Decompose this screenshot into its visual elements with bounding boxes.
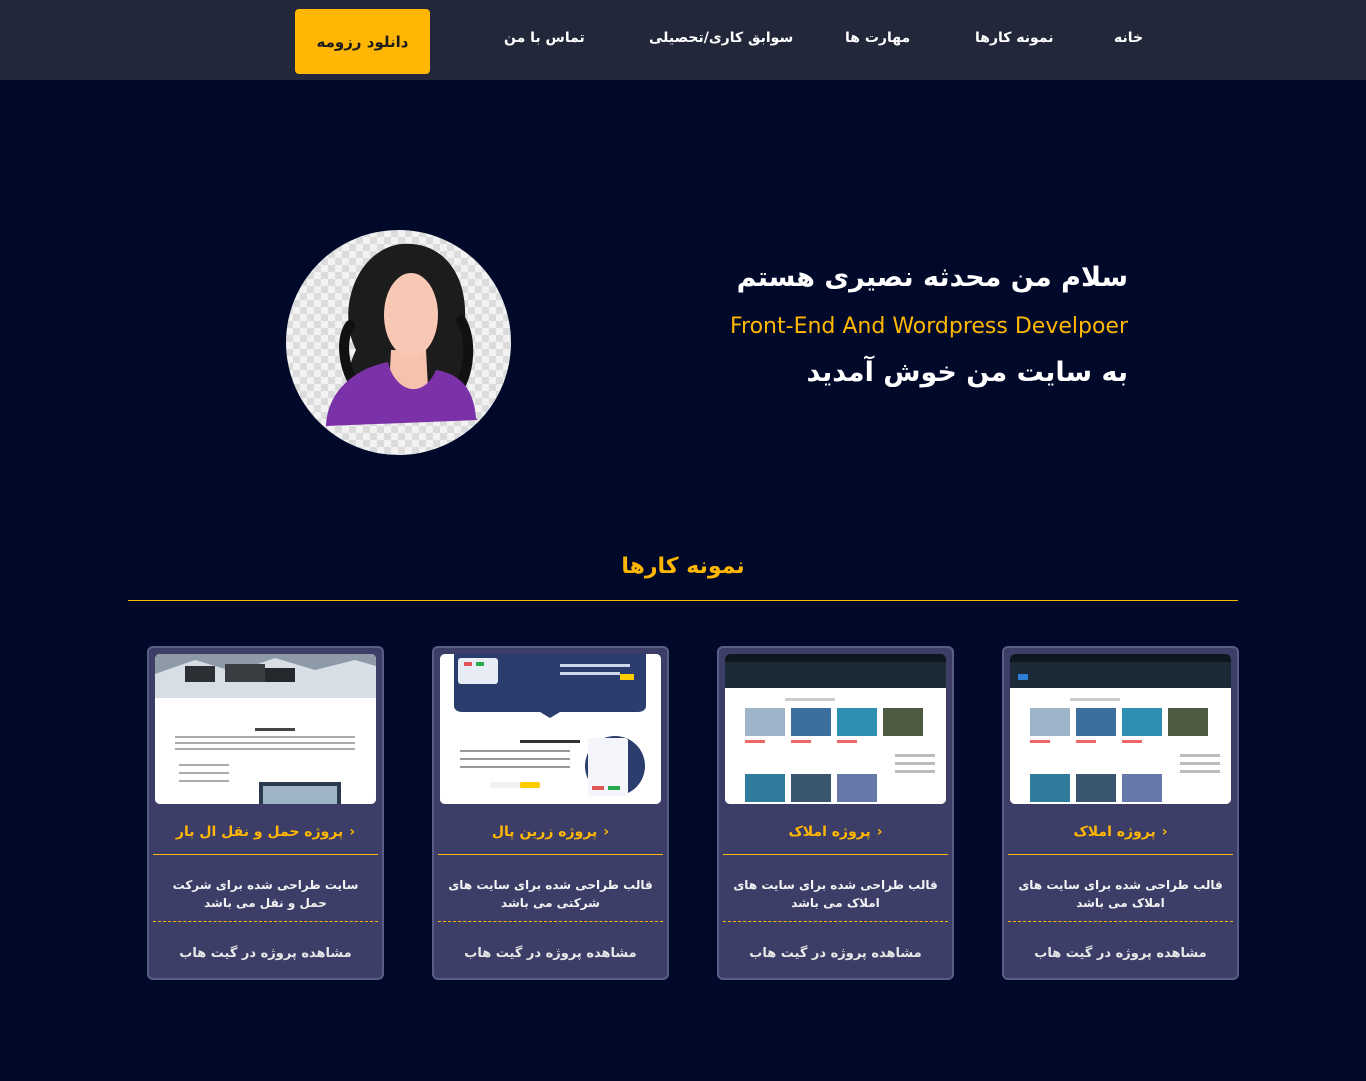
nav-portfolio-link[interactable]: نمونه کارها [975,30,1053,46]
chevron-left-icon: ‹ [876,824,883,840]
portfolio-card-1: ‹ پروژه املاک قالب طراحی شده برای سایت ها… [1002,646,1239,980]
project-thumbnail[interactable] [440,654,661,804]
portfolio-card-2: ‹ پروژه املاک قالب طراحی شده برای سایت ها… [717,646,954,980]
card-title-label: پروژه املاک [788,824,871,840]
portfolio-card-4: ‹ پروژه حمل و نقل ال بار سایت طراحی شده ب… [147,646,384,980]
card-description: قالب طراحی شده برای سایت های املاک می با… [733,878,938,910]
card-description: قالب طراحی شده برای سایت های املاک می با… [1018,878,1223,910]
project-thumbnail[interactable] [155,654,376,804]
card-divider [723,854,948,855]
card-divider [1008,854,1233,855]
top-navbar: خانه نمونه کارها مهارت ها سوابق کاری/تحص… [0,0,1366,80]
card-description: قالب طراحی شده برای سایت های شرکتی می با… [448,878,653,910]
card-dashed-divider [438,921,663,922]
chevron-left-icon: ‹ [603,824,610,840]
nav-home-link[interactable]: خانه [1114,30,1143,46]
card-title-label: پروژه املاک [1073,824,1156,840]
card-title[interactable]: ‹ پروژه املاک [719,824,952,840]
nav-skills-link[interactable]: مهارت ها [845,30,910,46]
card-title[interactable]: ‹ پروژه حمل و نقل ال بار [149,824,382,840]
github-link[interactable]: مشاهده پروژه در گیت هاب [1004,946,1237,961]
project-thumbnail[interactable] [725,654,946,804]
github-link[interactable]: مشاهده پروژه در گیت هاب [719,946,952,961]
portfolio-section-title: نمونه کارها [621,554,745,579]
hero-greeting: سلام من محدثه نصیری هستم [736,262,1128,293]
card-title-label: پروژه حمل و نقل ال بار [175,824,344,840]
github-link[interactable]: مشاهده پروژه در گیت هاب [434,946,667,961]
card-divider [153,854,378,855]
card-description: سایت طراحی شده برای شرکت حمل و نقل می با… [172,878,359,910]
portfolio-card-3: ‹ پروژه زرین پال قالب طراحی شده برای سایت… [432,646,669,980]
hero-role: Front-End And Wordpress Develpoer [729,314,1128,339]
card-dashed-divider [153,921,378,922]
card-dashed-divider [723,921,948,922]
hero-welcome: به سایت من خوش آمدید [806,357,1128,388]
download-resume-button[interactable]: دانلود رزومه [295,9,430,74]
nav-experience-link[interactable]: سوابق کاری/تحصیلی [649,30,793,46]
avatar-illustration [326,243,478,426]
nav-contact-link[interactable]: تماس با من [504,30,585,46]
card-title[interactable]: ‹ پروژه املاک [1004,824,1237,840]
project-thumbnail[interactable] [1010,654,1231,804]
github-link[interactable]: مشاهده پروژه در گیت هاب [149,946,382,961]
card-title[interactable]: ‹ پروژه زرین پال [434,824,667,840]
card-divider [438,854,663,855]
card-title-label: پروژه زرین پال [491,824,598,840]
section-divider [128,600,1238,601]
chevron-left-icon: ‹ [1161,824,1168,840]
chevron-left-icon: ‹ [349,824,356,840]
profile-avatar [286,230,511,455]
card-dashed-divider [1008,921,1233,922]
